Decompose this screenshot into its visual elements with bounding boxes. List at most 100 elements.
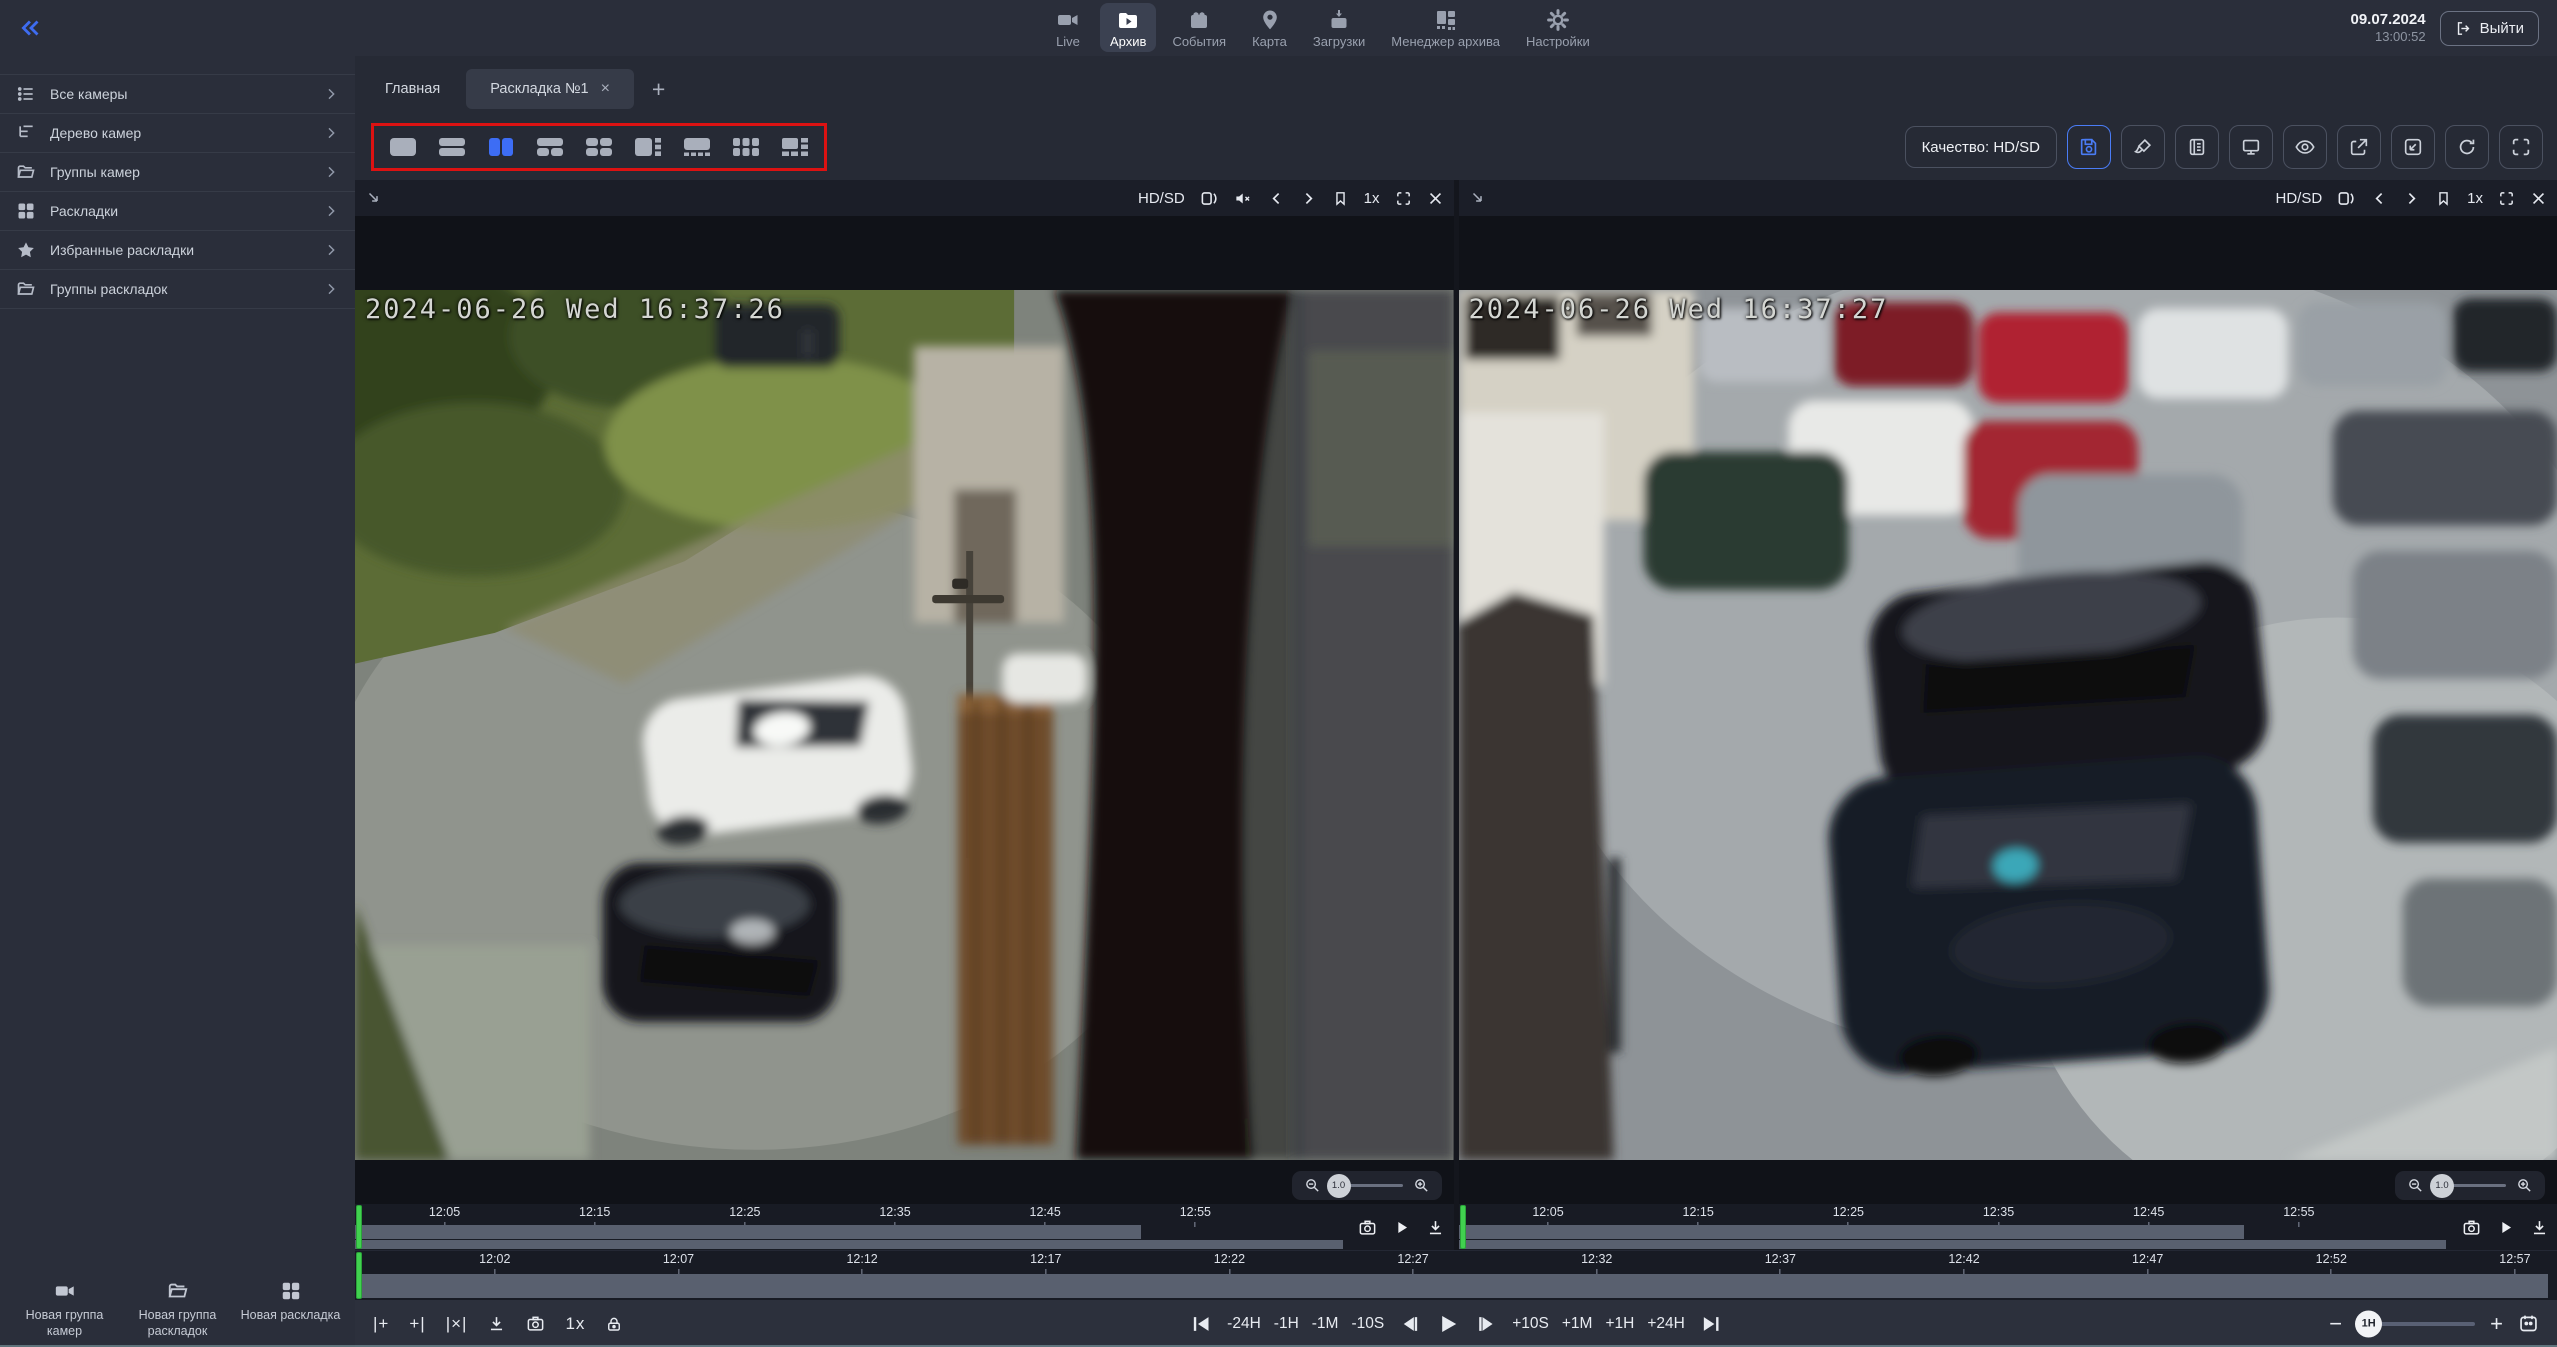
new-layout-button[interactable]: Новая раскладка: [235, 1280, 347, 1340]
layout-option-one-plus-four-bottom-icon[interactable]: [681, 135, 713, 159]
jump-back-button[interactable]: -1H: [1274, 1315, 1299, 1333]
camera-zoom-slider[interactable]: 1.0: [1331, 1184, 1403, 1187]
nav-settings[interactable]: Настройки: [1516, 3, 1600, 52]
nav-archive[interactable]: Архив: [1100, 3, 1156, 52]
close-camera-icon[interactable]: [1427, 190, 1444, 207]
camera-zoom-slider[interactable]: 1.0: [2434, 1184, 2506, 1187]
calendar-icon[interactable]: [2518, 1313, 2539, 1334]
download-icon[interactable]: [2530, 1218, 2549, 1237]
save-layout-button[interactable]: [2067, 125, 2111, 169]
fit-frame-icon[interactable]: [1200, 189, 1219, 208]
visibility-button[interactable]: [2283, 125, 2327, 169]
jump-forward-button[interactable]: +1M: [1562, 1315, 1593, 1333]
scale-plus-button[interactable]: +: [2490, 1313, 2503, 1335]
close-camera-icon[interactable]: [2530, 190, 2547, 207]
camera-zoom-knob[interactable]: 1.0: [1327, 1174, 1351, 1198]
tab-layout-1[interactable]: Раскладка №1 ×: [466, 69, 634, 109]
lock-icon[interactable]: [605, 1315, 623, 1333]
export-clip-icon[interactable]: [487, 1314, 506, 1333]
close-tab-icon[interactable]: ×: [601, 80, 610, 98]
clear-range-button[interactable]: |×|: [446, 1314, 468, 1334]
zoom-out-icon[interactable]: [2407, 1177, 2424, 1194]
scale-knob[interactable]: 1H: [2355, 1310, 2382, 1337]
layout-option-one-plus-five-icon[interactable]: [779, 135, 811, 159]
camera-2-timeline[interactable]: 12:0512:1512:2512:3512:4512:55: [1459, 1204, 2557, 1250]
display-button[interactable]: [2229, 125, 2273, 169]
new-layout-group-button[interactable]: Новая группа раскладок: [122, 1280, 234, 1340]
jump-back-button[interactable]: -24H: [1227, 1315, 1261, 1333]
camera-2-video[interactable]: 2024-06-26 Wed 16:37:27: [1459, 290, 2557, 1160]
snapshot-icon[interactable]: [526, 1314, 545, 1333]
layout-option-single-icon[interactable]: [387, 135, 419, 159]
fit-frame-icon[interactable]: [2337, 189, 2356, 208]
main-playhead[interactable]: [356, 1252, 362, 1299]
layout-option-one-plus-three-right-icon[interactable]: [632, 135, 664, 159]
resize-handle-icon[interactable]: [1469, 189, 1487, 207]
nav-live[interactable]: Live: [1042, 3, 1094, 52]
logout-button[interactable]: Выйти: [2440, 11, 2539, 46]
play-button[interactable]: [1436, 1312, 1460, 1336]
nav-map[interactable]: Карта: [1242, 3, 1297, 52]
next-interval-icon[interactable]: [2403, 190, 2420, 207]
bookmark-icon[interactable]: [1332, 190, 1349, 207]
prev-interval-icon[interactable]: [2371, 190, 2388, 207]
sidebar-item-all-cameras[interactable]: Все камеры: [0, 75, 355, 114]
sidebar-item-layout-groups[interactable]: Группы раскладок: [0, 270, 355, 309]
playback-speed[interactable]: 1x: [565, 1314, 585, 1334]
main-timeline[interactable]: 12:0212:0712:1212:1712:2212:2712:3212:37…: [355, 1250, 2557, 1300]
zoom-in-icon[interactable]: [1413, 1177, 1430, 1194]
sidebar-item-camera-tree[interactable]: Дерево камер: [0, 114, 355, 153]
add-tab-button[interactable]: +: [636, 76, 681, 103]
step-back-icon[interactable]: [1399, 1313, 1421, 1335]
mute-icon[interactable]: [1234, 189, 1253, 208]
mark-range-start-button[interactable]: |+: [373, 1314, 389, 1334]
resize-button[interactable]: [2391, 125, 2435, 169]
appearance-button[interactable]: [2121, 125, 2165, 169]
skip-to-end-icon[interactable]: [1700, 1313, 1722, 1335]
scale-slider[interactable]: 1H: [2357, 1322, 2475, 1326]
fullscreen-button[interactable]: [2499, 125, 2543, 169]
mark-range-end-button[interactable]: +|: [409, 1314, 425, 1334]
expand-icon[interactable]: [2498, 190, 2515, 207]
sidebar-item-layouts[interactable]: Раскладки: [0, 192, 355, 231]
play-icon[interactable]: [1392, 1218, 1411, 1237]
next-interval-icon[interactable]: [1300, 190, 1317, 207]
camera-1-speed[interactable]: 1x: [1364, 190, 1380, 207]
sidebar-item-camera-groups[interactable]: Группы камер: [0, 153, 355, 192]
resize-handle-icon[interactable]: [365, 189, 383, 207]
zoom-out-icon[interactable]: [1304, 1177, 1321, 1194]
step-forward-icon[interactable]: [1475, 1313, 1497, 1335]
jump-back-button[interactable]: -1M: [1312, 1315, 1339, 1333]
quality-button[interactable]: Качество: HD/SD: [1905, 126, 2057, 168]
layout-option-two-rows-icon[interactable]: [436, 135, 468, 159]
camera-1-playhead[interactable]: [356, 1205, 362, 1249]
expand-icon[interactable]: [1395, 190, 1412, 207]
layout-option-grid-3x2-icon[interactable]: [730, 135, 762, 159]
camera-2-playhead[interactable]: [1460, 1205, 1466, 1249]
skip-to-start-icon[interactable]: [1190, 1313, 1212, 1335]
camera-1-quality-toggle[interactable]: HD/SD: [1138, 190, 1185, 207]
collapse-sidebar-icon[interactable]: [18, 15, 44, 41]
camera-1-timeline[interactable]: 12:0512:1512:2512:3512:4512:55: [355, 1204, 1454, 1250]
jump-forward-button[interactable]: +24H: [1647, 1315, 1685, 1333]
export-button[interactable]: [2337, 125, 2381, 169]
jump-forward-button[interactable]: +1H: [1605, 1315, 1634, 1333]
snapshot-icon[interactable]: [2462, 1218, 2481, 1237]
sidebar-item-favorite-layouts[interactable]: Избранные раскладки: [0, 231, 355, 270]
camera-zoom-knob[interactable]: 1.0: [2430, 1174, 2454, 1198]
bookmark-icon[interactable]: [2435, 190, 2452, 207]
nav-events[interactable]: События: [1162, 3, 1236, 52]
layout-option-grid-2x2-icon[interactable]: [583, 135, 615, 159]
tab-home[interactable]: Главная: [361, 69, 464, 109]
nav-downloads[interactable]: Загрузки: [1303, 3, 1375, 52]
camera-2-speed[interactable]: 1x: [2467, 190, 2483, 207]
prev-interval-icon[interactable]: [1268, 190, 1285, 207]
download-icon[interactable]: [1426, 1218, 1445, 1237]
jump-forward-button[interactable]: +10S: [1512, 1315, 1549, 1333]
camera-2-quality-toggle[interactable]: HD/SD: [2275, 190, 2322, 207]
nav-archive-manager[interactable]: Менеджер архива: [1381, 3, 1510, 52]
camera-1-video[interactable]: 2024-06-26 Wed 16:37:26: [355, 290, 1454, 1160]
scale-minus-button[interactable]: −: [2329, 1313, 2342, 1335]
journal-button[interactable]: [2175, 125, 2219, 169]
play-icon[interactable]: [2496, 1218, 2515, 1237]
